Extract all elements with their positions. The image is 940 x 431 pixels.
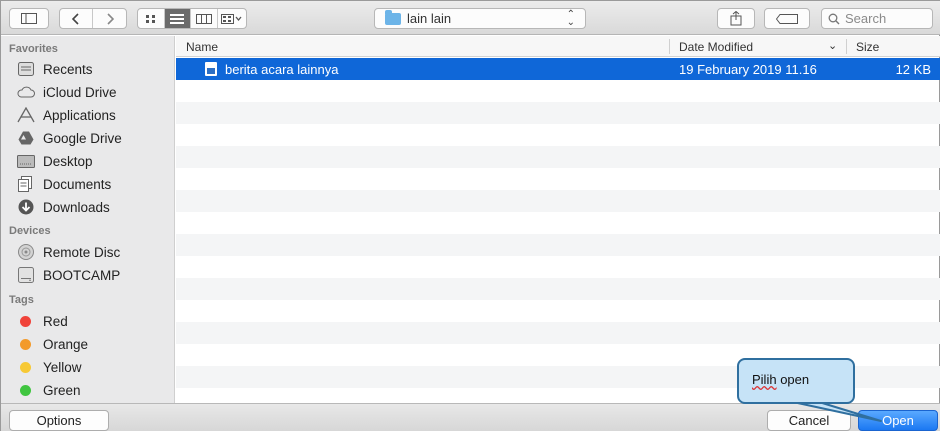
- open-file-dialog: lain lain ⌃ ⌄ Search Favorites Recents iC…: [0, 0, 940, 431]
- callout-word-pilih: Pilih: [752, 372, 777, 387]
- instruction-callout: Pilih open: [737, 358, 855, 404]
- callout-word-open: open: [776, 372, 810, 387]
